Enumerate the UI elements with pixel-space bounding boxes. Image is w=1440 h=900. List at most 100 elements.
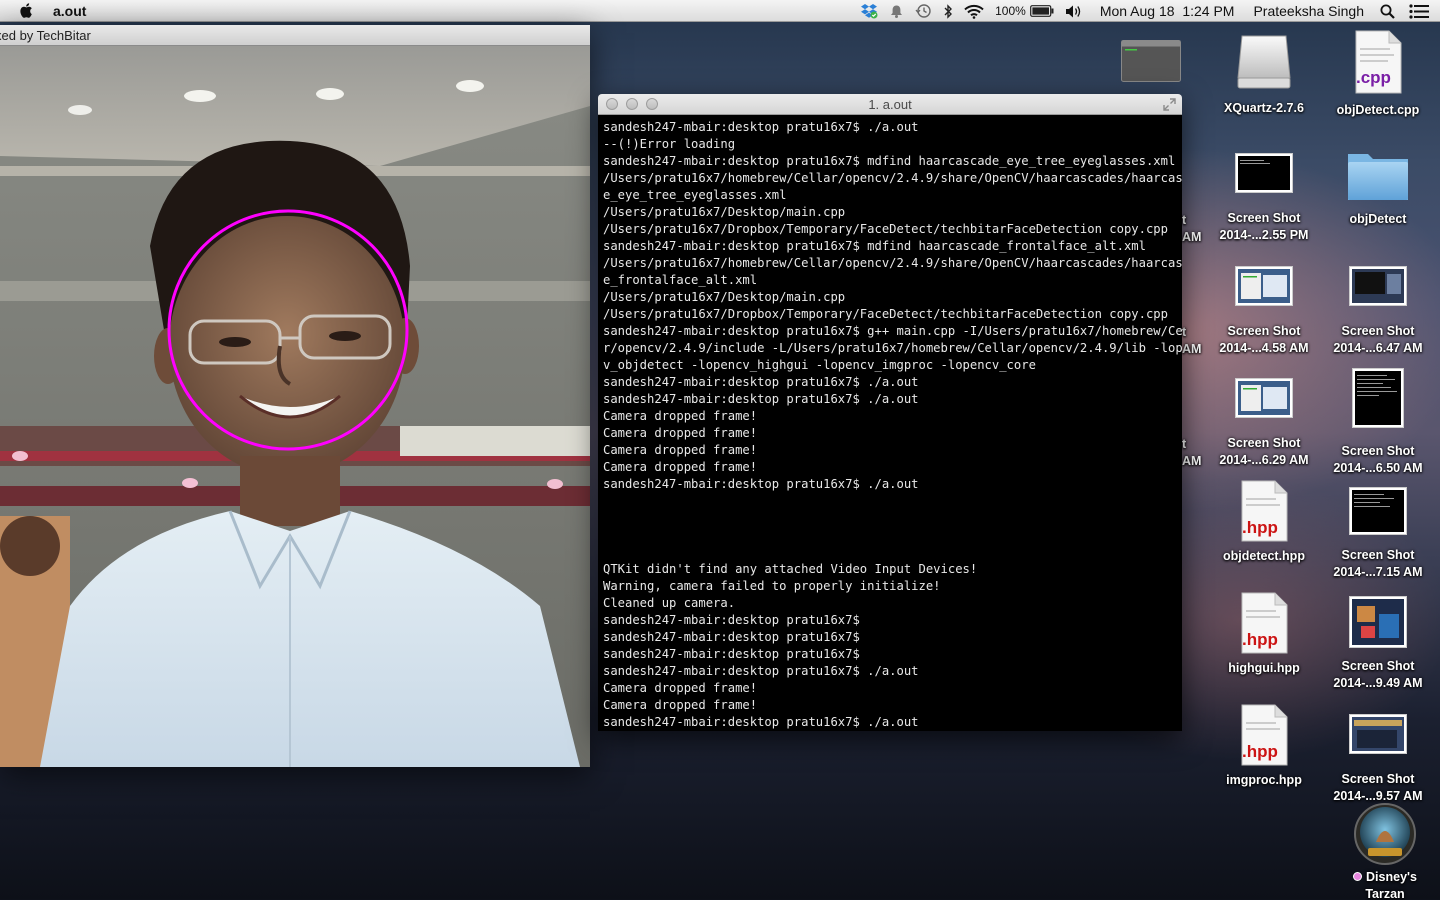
time-machine-icon[interactable] xyxy=(915,3,932,19)
terminal-line: Camera dropped frame! xyxy=(603,460,758,474)
desktop-icon-screenshot-647[interactable]: Screen Shot 2014-...6.47 AM xyxy=(1323,266,1433,357)
terminal-line: /Users/pratu16x7/Desktop/main.cpp xyxy=(603,290,846,304)
desktop-icon-screenshot-458[interactable]: Screen Shot 2014-...4.58 AM xyxy=(1209,266,1319,357)
desktop-icon-objdetect-hpp[interactable]: .hpp objdetect.hpp xyxy=(1209,480,1319,565)
terminal-line: Camera dropped frame! xyxy=(603,426,758,440)
desktop-icon-highgui-hpp[interactable]: .hpp highgui.hpp xyxy=(1209,592,1319,677)
desktop-icon-label: Screen Shot xyxy=(1227,211,1301,225)
terminal-title: 1. a.out xyxy=(868,97,912,112)
desktop-icon-label: Disney's xyxy=(1366,870,1417,884)
hidden-icon-label-fragment: t xyxy=(1182,325,1187,339)
clock[interactable]: Mon Aug 18 1:24 PM xyxy=(1100,3,1235,19)
terminal-line: /Users/pratu16x7/homebrew/Cellar/opencv/… xyxy=(603,171,1182,185)
terminal-line: sandesh247-mbair:desktop pratu16x7$ ./a.… xyxy=(603,392,919,406)
terminal-line: sandesh247-mbair:desktop pratu16x7$ mdfi… xyxy=(603,239,1146,253)
desktop-icon-sublabel: 2014-...6.29 AM xyxy=(1219,453,1309,467)
desktop-icon-screenshot-255[interactable]: Screen Shot 2014-...2.55 PM xyxy=(1209,153,1319,244)
hidden-icon-label-fragment: AM xyxy=(1182,230,1202,244)
camera-window-title: xed by TechBitar xyxy=(0,28,91,43)
terminal-line: sandesh247-mbair:desktop pratu16x7$ ./a.… xyxy=(603,664,919,678)
desktop-icon-label: Screen Shot xyxy=(1341,444,1415,458)
terminal-line: Camera dropped frame! xyxy=(603,681,758,695)
camera-window[interactable]: xed by TechBitar xyxy=(0,25,590,767)
terminal-line: sandesh247-mbair:desktop pratu16x7$ xyxy=(603,613,860,627)
dropbox-icon[interactable] xyxy=(860,3,878,19)
desktop-icon-screenshot-650[interactable]: Screen Shot 2014-...6.50 AM xyxy=(1323,368,1433,477)
cpp-badge: .cpp xyxy=(1356,68,1391,87)
wifi-icon[interactable] xyxy=(964,4,984,19)
hidden-icon-label-fragment: AM xyxy=(1182,454,1202,468)
desktop-icon-label: XQuartz-2.7.6 xyxy=(1224,101,1304,115)
desktop-icon-screenshot-715[interactable]: Screen Shot 2014-...7.15 AM xyxy=(1323,487,1433,581)
terminal-thumbnail-icon[interactable] xyxy=(1121,40,1181,82)
volume-icon[interactable] xyxy=(1065,4,1083,19)
notification-center-icon[interactable] xyxy=(1409,3,1430,19)
desktop-icon-label: Screen Shot xyxy=(1341,548,1415,562)
terminal-line: e_frontalface_alt.xml xyxy=(603,273,758,287)
battery-icon[interactable] xyxy=(1029,5,1054,17)
desktop-icon-label: Screen Shot xyxy=(1341,659,1415,673)
apple-icon[interactable] xyxy=(19,2,35,19)
hpp-badge: .hpp xyxy=(1242,630,1278,649)
terminal-line: Warning, camera failed to properly initi… xyxy=(603,579,941,593)
desktop-icon-sublabel: 2014-...9.49 AM xyxy=(1333,676,1423,690)
terminal-line: e_eye_tree_eyeglasses.xml xyxy=(603,188,787,202)
desktop-icon-screenshot-629[interactable]: Screen Shot 2014-...6.29 AM xyxy=(1209,378,1319,469)
desktop-icon-label: Screen Shot xyxy=(1341,772,1415,786)
screenshot-thumbnail-icon xyxy=(1349,266,1407,306)
hidden-icon-label-fragment: t xyxy=(1182,213,1187,227)
terminal-line: /Users/pratu16x7/homebrew/Cellar/opencv/… xyxy=(603,256,1182,270)
desktop-icon-label: imgproc.hpp xyxy=(1226,773,1302,787)
notification-icon[interactable] xyxy=(889,4,904,19)
fullscreen-icon[interactable] xyxy=(1163,98,1176,111)
hidden-icon-label-fragment: AM xyxy=(1182,342,1202,356)
desktop-icon-tarzan[interactable]: Disney's Tarzan xyxy=(1330,802,1440,900)
terminal-line: sandesh247-mbair:desktop pratu16x7$ mdfi… xyxy=(603,154,1176,168)
desktop-icon-objdetect-cpp[interactable]: .cpp objDetect.cpp xyxy=(1323,30,1433,119)
desktop-icon-label-row: Disney's xyxy=(1330,869,1440,886)
desktop-icon-sublabel: Tarzan xyxy=(1365,887,1405,900)
terminal-line: sandesh247-mbair:desktop pratu16x7$ ./a.… xyxy=(603,375,919,389)
terminal-line: Camera dropped frame! xyxy=(603,409,758,423)
camera-feed xyxy=(0,46,590,767)
terminal-line: sandesh247-mbair:desktop pratu16x7$ ./a.… xyxy=(603,120,919,134)
desktop-icon-label: objDetect.cpp xyxy=(1336,103,1420,117)
terminal-line: Cleaned up camera. xyxy=(603,596,736,610)
desktop-icon-label: objDetect xyxy=(1349,212,1407,226)
drive-icon xyxy=(1237,35,1291,89)
desktop-icon-label: Screen Shot xyxy=(1227,324,1301,338)
terminal-line: Camera dropped frame! xyxy=(603,698,758,712)
desktop-icon-objdetect-folder[interactable]: objDetect xyxy=(1323,148,1433,228)
terminal-line: sandesh247-mbair:desktop pratu16x7$ xyxy=(603,630,860,644)
terminal-titlebar[interactable]: 1. a.out xyxy=(598,94,1182,115)
terminal-window[interactable]: 1. a.out sandesh247-mbair:desktop pratu1… xyxy=(598,94,1182,731)
camera-frame-image xyxy=(0,46,590,767)
app-menu-name[interactable]: a.out xyxy=(53,3,86,19)
desktop-icon-screenshot-949[interactable]: Screen Shot 2014-...9.49 AM xyxy=(1323,596,1433,692)
battery-percent[interactable]: 100% xyxy=(995,4,1026,18)
screenshot-thumbnail-icon xyxy=(1235,266,1293,306)
camera-window-titlebar[interactable]: xed by TechBitar xyxy=(0,25,590,46)
terminal-output[interactable]: sandesh247-mbair:desktop pratu16x7$ ./a.… xyxy=(598,115,1182,731)
terminal-line: /Users/pratu16x7/Desktop/main.cpp xyxy=(603,205,846,219)
desktop-icon-imgproc-hpp[interactable]: .hpp imgproc.hpp xyxy=(1209,704,1319,789)
desktop-icon-sublabel: 2014-...7.15 AM xyxy=(1333,565,1423,579)
terminal-line: --(!)Error loading xyxy=(603,137,736,151)
bluetooth-icon[interactable] xyxy=(943,3,953,19)
screenshot-thumbnail-icon xyxy=(1235,378,1293,418)
desktop-icon-xquartz[interactable]: XQuartz-2.7.6 xyxy=(1209,32,1319,117)
terminal-line: sandesh247-mbair:desktop pratu16x7$ g++ … xyxy=(603,324,1182,338)
hidden-icon-label-fragment: t xyxy=(1182,437,1187,451)
spotlight-icon[interactable] xyxy=(1380,4,1395,19)
desktop-icon-screenshot-957[interactable]: Screen Shot 2014-...9.57 AM xyxy=(1323,714,1433,805)
user-name[interactable]: Prateeksha Singh xyxy=(1253,3,1364,19)
tarzan-app-icon xyxy=(1354,803,1416,865)
desktop-icon-sublabel: 2014-...4.58 AM xyxy=(1219,341,1309,355)
terminal-line: sandesh247-mbair:desktop pratu16x7$ ./a.… xyxy=(603,715,919,729)
terminal-line: v_objdetect -lopencv_highgui -lopencv_im… xyxy=(603,358,1036,372)
desktop-icon-sublabel: 2014-...2.55 PM xyxy=(1219,228,1309,242)
tag-dot-icon xyxy=(1353,872,1363,881)
